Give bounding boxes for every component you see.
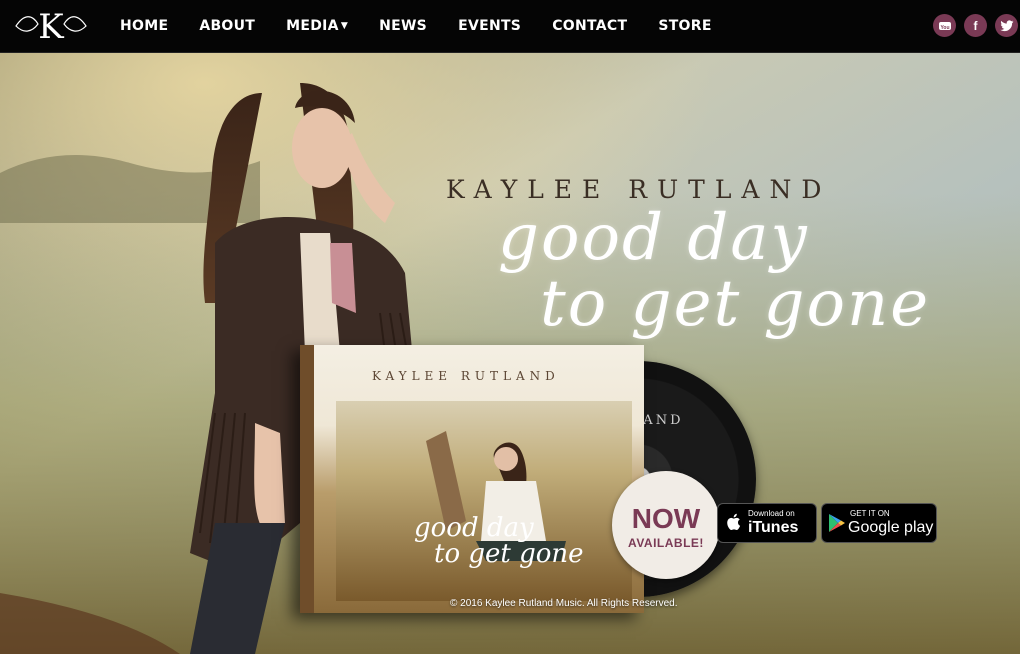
nav-item-media-label: MEDIA xyxy=(286,18,339,34)
svg-text:K: K xyxy=(38,7,64,47)
hero-banner: KAYLEE RUTLAND good day to get gone TLAN… xyxy=(0,53,1020,654)
album-cover-photo xyxy=(336,401,632,601)
album-cover-artist: KAYLEE RUTLAND xyxy=(372,369,560,383)
album-title-line2: to get gone xyxy=(540,267,931,341)
apple-icon xyxy=(727,513,741,530)
google-big-text: Google play xyxy=(848,519,934,536)
album-cover-title-line2: to get gone xyxy=(434,539,584,569)
site-logo[interactable]: K xyxy=(10,4,92,48)
facebook-icon[interactable]: f xyxy=(964,14,987,37)
album-cover[interactable]: KAYLEE RUTLAND good day to get gone xyxy=(300,345,644,613)
facebook-letter: f xyxy=(973,18,978,33)
album-cover-title: good day to get gone xyxy=(414,515,584,567)
social-links: You f xyxy=(933,14,1020,37)
google-small-text: GET IT ON xyxy=(850,509,890,518)
nav-item-media[interactable]: MEDIA ▼ xyxy=(286,18,348,34)
itunes-download-button[interactable]: Download on iTunes xyxy=(717,503,817,543)
copyright-text: © 2016 Kaylee Rutland Music. All Rights … xyxy=(450,598,678,609)
nav-item-events[interactable]: EVENTS xyxy=(458,18,521,34)
nav-item-news[interactable]: NEWS xyxy=(379,18,427,34)
main-menu: HOME ABOUT MEDIA ▼ NEWS EVENTS CONTACT ST… xyxy=(120,0,743,52)
itunes-big-text: iTunes xyxy=(748,519,799,536)
google-play-button[interactable]: GET IT ON Google play xyxy=(821,503,937,543)
nav-item-contact[interactable]: CONTACT xyxy=(552,18,627,34)
artist-name: KAYLEE RUTLAND xyxy=(446,175,832,204)
youtube-icon[interactable]: You xyxy=(933,14,956,37)
nav-item-store[interactable]: STORE xyxy=(658,18,711,34)
twitter-icon[interactable] xyxy=(995,14,1018,37)
album-title-line1: good day xyxy=(498,201,809,275)
nav-item-about[interactable]: ABOUT xyxy=(199,18,255,34)
top-navigation-bar: K HOME ABOUT MEDIA ▼ NEWS EVENTS CONTACT … xyxy=(0,0,1020,53)
svg-text:You: You xyxy=(940,25,949,31)
itunes-small-text: Download on xyxy=(748,509,795,518)
available-badge-text: AVAILABLE! xyxy=(628,536,704,550)
now-badge-text: NOW xyxy=(631,503,701,534)
nav-item-home[interactable]: HOME xyxy=(120,18,168,34)
chevron-down-icon: ▼ xyxy=(340,21,349,31)
now-available-badge: NOW AVAILABLE! xyxy=(612,471,720,579)
google-play-icon xyxy=(829,514,845,532)
